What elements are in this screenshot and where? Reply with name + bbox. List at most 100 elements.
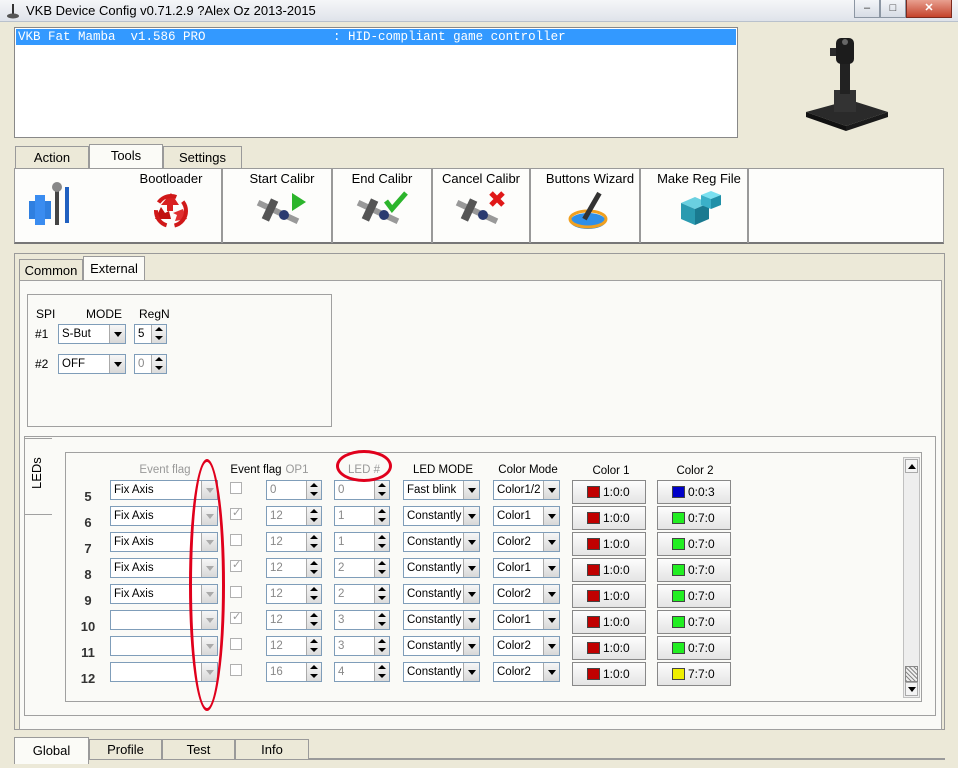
end-calibr-button[interactable]: End Calibr	[333, 169, 433, 243]
spi2-mode-select[interactable]: OFF	[58, 354, 126, 374]
op1-spinner[interactable]: 12	[266, 558, 322, 578]
led-number-spinner[interactable]: 4	[334, 662, 390, 682]
make-reg-file-button[interactable]: Make Reg File	[651, 169, 749, 243]
led-mode-select[interactable]: Constantly	[403, 636, 480, 656]
tab-tools[interactable]: Tools	[89, 144, 163, 170]
chevron-down-icon[interactable]	[109, 355, 125, 373]
tools-icon-button[interactable]	[15, 169, 119, 243]
spinner-arrows-icon[interactable]	[374, 585, 389, 603]
color-mode-select[interactable]: Color1	[493, 506, 560, 526]
tab-test[interactable]: Test	[162, 739, 235, 760]
led-mode-select[interactable]: Constantly	[403, 610, 480, 630]
spinner-arrows-icon[interactable]	[306, 481, 321, 499]
event-flag-checkbox[interactable]	[230, 534, 242, 546]
led-number-spinner[interactable]: 2	[334, 584, 390, 604]
buttons-wizard-button[interactable]: Buttons Wizard	[541, 169, 641, 243]
chevron-down-icon[interactable]	[543, 611, 559, 629]
op1-spinner[interactable]: 12	[266, 532, 322, 552]
color1-button[interactable]: 1:0:0	[572, 636, 646, 660]
scroll-thumb[interactable]	[905, 666, 918, 682]
color2-button[interactable]: 0:7:0	[657, 558, 731, 582]
led-mode-select[interactable]: Constantly	[403, 584, 480, 604]
color2-button[interactable]: 0:7:0	[657, 636, 731, 660]
chevron-down-icon[interactable]	[543, 585, 559, 603]
tab-leds[interactable]: LEDs	[24, 438, 52, 515]
spinner-arrows-icon[interactable]	[374, 507, 389, 525]
led-mode-select[interactable]: Constantly	[403, 558, 480, 578]
led-mode-select[interactable]: Constantly	[403, 662, 480, 682]
device-list-item[interactable]: VKB Fat Mamba v1.586 PRO : HID-compliant…	[16, 29, 736, 45]
tab-settings[interactable]: Settings	[163, 146, 242, 170]
color1-button[interactable]: 1:0:0	[572, 610, 646, 634]
maximize-button[interactable]: □	[880, 0, 906, 18]
chevron-down-icon[interactable]	[463, 637, 479, 655]
color2-button[interactable]: 0:0:3	[657, 480, 731, 504]
spinner-arrows-icon[interactable]	[374, 481, 389, 499]
led-number-spinner[interactable]: 1	[334, 532, 390, 552]
device-list[interactable]: VKB Fat Mamba v1.586 PRO : HID-compliant…	[14, 27, 738, 138]
spinner-arrows-icon[interactable]	[306, 559, 321, 577]
led-mode-select[interactable]: Constantly	[403, 506, 480, 526]
op1-spinner[interactable]: 0	[266, 480, 322, 500]
color1-button[interactable]: 1:0:0	[572, 480, 646, 504]
event-flag-checkbox[interactable]	[230, 506, 242, 520]
color1-button[interactable]: 1:0:0	[572, 532, 646, 556]
led-grid-scrollbar[interactable]	[903, 457, 920, 698]
color1-button[interactable]: 1:0:0	[572, 506, 646, 530]
event-flag-checkbox[interactable]	[230, 558, 242, 572]
spinner-arrows-icon[interactable]	[306, 585, 321, 603]
color-mode-select[interactable]: Color2	[493, 662, 560, 682]
spinner-arrows-icon[interactable]	[151, 355, 166, 373]
event-flag-checkbox[interactable]	[230, 586, 242, 598]
tab-profile[interactable]: Profile	[89, 739, 162, 760]
tab-action[interactable]: Action	[15, 146, 89, 170]
event-flag-checkbox[interactable]	[230, 482, 242, 494]
color2-button[interactable]: 7:7:0	[657, 662, 731, 686]
chevron-down-icon[interactable]	[463, 559, 479, 577]
color1-button[interactable]: 1:0:0	[572, 662, 646, 686]
tab-common[interactable]: Common	[19, 259, 83, 281]
color-mode-select[interactable]: Color1	[493, 558, 560, 578]
chevron-down-icon[interactable]	[543, 507, 559, 525]
spinner-arrows-icon[interactable]	[306, 507, 321, 525]
tab-global[interactable]: Global	[14, 737, 89, 764]
op1-spinner[interactable]: 12	[266, 636, 322, 656]
op1-spinner[interactable]: 12	[266, 506, 322, 526]
led-number-spinner[interactable]: 1	[334, 506, 390, 526]
event-flag-checkbox[interactable]	[230, 610, 242, 624]
minimize-button[interactable]: –	[854, 0, 880, 18]
spinner-arrows-icon[interactable]	[374, 559, 389, 577]
spinner-arrows-icon[interactable]	[306, 663, 321, 681]
spinner-arrows-icon[interactable]	[306, 637, 321, 655]
chevron-down-icon[interactable]	[109, 325, 125, 343]
cancel-calibr-button[interactable]: Cancel Calibr	[433, 169, 531, 243]
color2-button[interactable]: 0:7:0	[657, 584, 731, 608]
chevron-down-icon[interactable]	[543, 663, 559, 681]
spi1-regn-spinner[interactable]: 5	[134, 324, 167, 344]
color2-button[interactable]: 0:7:0	[657, 506, 731, 530]
color2-button[interactable]: 0:7:0	[657, 610, 731, 634]
led-number-spinner[interactable]: 2	[334, 558, 390, 578]
led-number-spinner[interactable]: 0	[334, 480, 390, 500]
event-flag-checkbox[interactable]	[230, 638, 242, 650]
led-number-spinner[interactable]: 3	[334, 610, 390, 630]
bootloader-button[interactable]: Bootloader	[121, 169, 223, 243]
color-mode-select[interactable]: Color1	[493, 610, 560, 630]
chevron-down-icon[interactable]	[543, 481, 559, 499]
chevron-down-icon[interactable]	[543, 637, 559, 655]
event-flag-checkbox[interactable]	[230, 664, 242, 676]
close-button[interactable]: ✕	[906, 0, 952, 18]
spinner-arrows-icon[interactable]	[374, 611, 389, 629]
op1-spinner[interactable]: 12	[266, 584, 322, 604]
spinner-arrows-icon[interactable]	[306, 611, 321, 629]
spinner-arrows-icon[interactable]	[306, 533, 321, 551]
color1-button[interactable]: 1:0:0	[572, 584, 646, 608]
chevron-down-icon[interactable]	[463, 533, 479, 551]
spinner-arrows-icon[interactable]	[374, 663, 389, 681]
spinner-arrows-icon[interactable]	[374, 637, 389, 655]
tab-external[interactable]: External	[83, 256, 145, 281]
op1-spinner[interactable]: 12	[266, 610, 322, 630]
color-mode-select[interactable]: Color1/2	[493, 480, 560, 500]
spinner-arrows-icon[interactable]	[151, 325, 166, 343]
tab-info[interactable]: Info	[235, 739, 309, 760]
